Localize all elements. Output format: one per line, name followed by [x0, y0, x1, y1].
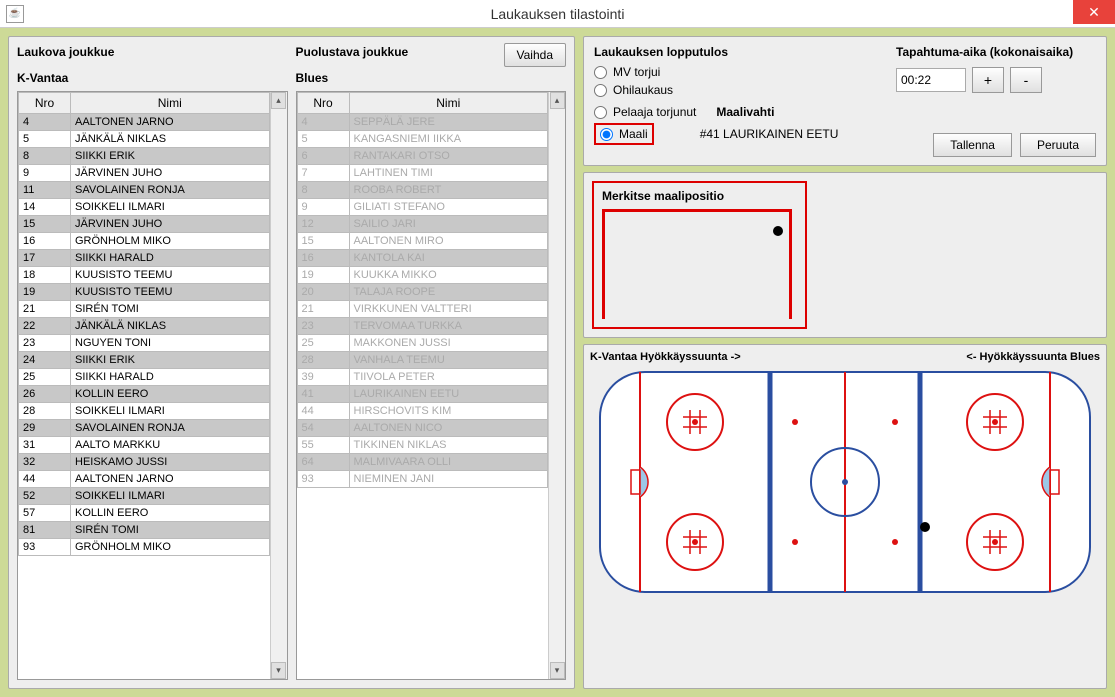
scroll-up-icon[interactable]: ▴ — [271, 92, 286, 109]
rink-diagram[interactable] — [590, 367, 1100, 597]
close-button[interactable]: ✕ — [1073, 0, 1115, 24]
col-nro[interactable]: Nro — [297, 93, 349, 114]
table-row[interactable]: 22JÄNKÄLÄ NIKLAS — [19, 318, 270, 335]
col-nimi[interactable]: Nimi — [71, 93, 270, 114]
shooting-team-col: Laukova joukkue K-Vantaa Nro Nimi 4AALTO… — [17, 45, 288, 680]
table-row[interactable]: 28VANHALA TEEMU — [297, 352, 548, 369]
table-row[interactable]: 23TERVOMAA TURKKA — [297, 318, 548, 335]
table-row[interactable]: 11SAVOLAINEN RONJA — [19, 182, 270, 199]
table-row[interactable]: 26KOLLIN EERO — [19, 386, 270, 403]
shooting-team-header: Laukova joukkue — [17, 45, 288, 59]
goal-frame[interactable] — [602, 209, 792, 319]
table-row[interactable]: 8ROOBA ROBERT — [297, 182, 548, 199]
col-nro[interactable]: Nro — [19, 93, 71, 114]
rink-right-label: <- Hyökkäyssuunta Blues — [966, 351, 1100, 363]
table-row[interactable]: 14SOIKKELI ILMARI — [19, 199, 270, 216]
table-row[interactable]: 8SIIKKI ERIK — [19, 148, 270, 165]
scrollbar[interactable]: ▴ ▾ — [270, 92, 287, 679]
radio-mv[interactable]: MV torjui — [594, 65, 838, 79]
table-row[interactable]: 19KUUKKA MIKKO — [297, 267, 548, 284]
goal-position-highlight: Merkitse maalipositio — [592, 181, 807, 329]
rink-left-label: K-Vantaa Hyökkäyssuunta -> — [590, 351, 741, 363]
table-row[interactable]: 44AALTONEN JARNO — [19, 471, 270, 488]
defending-team-col: Puolustava joukkue Blues Nro Nimi 4SEPPÄ… — [296, 45, 567, 680]
table-row[interactable]: 9GILIATI STEFANO — [297, 199, 548, 216]
goal-marker[interactable] — [773, 226, 783, 236]
col-nimi[interactable]: Nimi — [349, 93, 548, 114]
table-row[interactable]: 52SOIKKELI ILMARI — [19, 488, 270, 505]
table-row[interactable]: 31AALTO MARKKU — [19, 437, 270, 454]
teams-panel: Vaihda Laukova joukkue K-Vantaa Nro Nimi… — [8, 36, 575, 689]
table-row[interactable]: 54AALTONEN NICO — [297, 420, 548, 437]
table-row[interactable]: 57KOLLIN EERO — [19, 505, 270, 522]
save-button[interactable]: Tallenna — [933, 133, 1012, 157]
time-plus-button[interactable]: + — [972, 67, 1004, 93]
table-row[interactable]: 6RANTAKARI OTSO — [297, 148, 548, 165]
goal-position-panel: Merkitse maalipositio — [583, 172, 1107, 338]
table-row[interactable]: 25MAKKONEN JUSSI — [297, 335, 548, 352]
time-input[interactable] — [896, 68, 966, 92]
table-row[interactable]: 24SIIKKI ERIK — [19, 352, 270, 369]
outcome-fieldset: Laukauksen lopputulos MV torjui Ohilauka… — [594, 45, 884, 157]
rink-panel: K-Vantaa Hyökkäyssuunta -> <- Hyökkäyssu… — [583, 344, 1107, 689]
table-row[interactable]: 4AALTONEN JARNO — [19, 114, 270, 131]
table-row[interactable]: 21SIRÉN TOMI — [19, 301, 270, 318]
goalie-label: Maalivahti — [716, 105, 774, 119]
radio-ohi[interactable]: Ohilaukaus — [594, 83, 838, 97]
table-row[interactable]: 15JÄRVINEN JUHO — [19, 216, 270, 233]
table-row[interactable]: 29SAVOLAINEN RONJA — [19, 420, 270, 437]
table-row[interactable]: 16GRÖNHOLM MIKO — [19, 233, 270, 250]
table-row[interactable]: 17SIIKKI HARALD — [19, 250, 270, 267]
table-row[interactable]: 25SIIKKI HARALD — [19, 369, 270, 386]
table-row[interactable]: 9JÄRVINEN JUHO — [19, 165, 270, 182]
table-row[interactable]: 15AALTONEN MIRO — [297, 233, 548, 250]
table-row[interactable]: 12SAILIO JARI — [297, 216, 548, 233]
shooting-team-table[interactable]: Nro Nimi 4AALTONEN JARNO5JÄNKÄLÄ NIKLAS8… — [18, 92, 270, 556]
defending-team-table[interactable]: Nro Nimi 4SEPPÄLÄ JERE5KANGASNIEMI IIKKA… — [297, 92, 549, 488]
goal-position-label: Merkitse maalipositio — [602, 189, 797, 203]
table-row[interactable]: 93NIEMINEN JANI — [297, 471, 548, 488]
scroll-up-icon[interactable]: ▴ — [550, 92, 565, 109]
result-time-panel: Laukauksen lopputulos MV torjui Ohilauka… — [583, 36, 1107, 166]
table-row[interactable]: 20TALAJA ROOPE — [297, 284, 548, 301]
radio-pelaaja[interactable]: Pelaaja torjunut — [594, 105, 696, 119]
table-row[interactable]: 4SEPPÄLÄ JERE — [297, 114, 548, 131]
table-row[interactable]: 23NGUYEN TONI — [19, 335, 270, 352]
scroll-down-icon[interactable]: ▾ — [550, 662, 565, 679]
goalie-name: #41 LAURIKAINEN EETU — [700, 127, 839, 141]
shot-marker — [920, 522, 930, 532]
table-row[interactable]: 16KANTOLA KAI — [297, 250, 548, 267]
table-row[interactable]: 21VIRKKUNEN VALTTERI — [297, 301, 548, 318]
scrollbar[interactable]: ▴ ▾ — [548, 92, 565, 679]
time-box: Tapahtuma-aika (kokonaisaika) + - Tallen… — [896, 45, 1096, 157]
time-legend: Tapahtuma-aika (kokonaisaika) — [896, 45, 1096, 59]
swap-button[interactable]: Vaihda — [504, 43, 566, 67]
table-row[interactable]: 39TIIVOLA PETER — [297, 369, 548, 386]
table-row[interactable]: 18KUUSISTO TEEMU — [19, 267, 270, 284]
table-row[interactable]: 44HIRSCHOVITS KIM — [297, 403, 548, 420]
time-minus-button[interactable]: - — [1010, 67, 1042, 93]
table-row[interactable]: 5JÄNKÄLÄ NIKLAS — [19, 131, 270, 148]
table-row[interactable]: 41LAURIKAINEN EETU — [297, 386, 548, 403]
table-row[interactable]: 32HEISKAMO JUSSI — [19, 454, 270, 471]
table-row[interactable]: 7LAHTINEN TIMI — [297, 165, 548, 182]
outcome-legend: Laukauksen lopputulos — [594, 45, 838, 59]
table-row[interactable]: 81SIRÉN TOMI — [19, 522, 270, 539]
titlebar: ☕ Laukauksen tilastointi ✕ — [0, 0, 1115, 28]
defending-team-name: Blues — [296, 71, 567, 85]
scroll-down-icon[interactable]: ▾ — [271, 662, 286, 679]
shooting-team-name: K-Vantaa — [17, 71, 288, 85]
java-icon: ☕ — [6, 5, 24, 23]
table-row[interactable]: 64MALMIVAARA OLLI — [297, 454, 548, 471]
table-row[interactable]: 5KANGASNIEMI IIKKA — [297, 131, 548, 148]
table-row[interactable]: 93GRÖNHOLM MIKO — [19, 539, 270, 556]
cancel-button[interactable]: Peruuta — [1020, 133, 1096, 157]
window-title: Laukauksen tilastointi — [491, 6, 625, 22]
radio-maali[interactable]: Maali — [600, 127, 648, 141]
table-row[interactable]: 19KUUSISTO TEEMU — [19, 284, 270, 301]
table-row[interactable]: 28SOIKKELI ILMARI — [19, 403, 270, 420]
table-row[interactable]: 55TIKKINEN NIKLAS — [297, 437, 548, 454]
